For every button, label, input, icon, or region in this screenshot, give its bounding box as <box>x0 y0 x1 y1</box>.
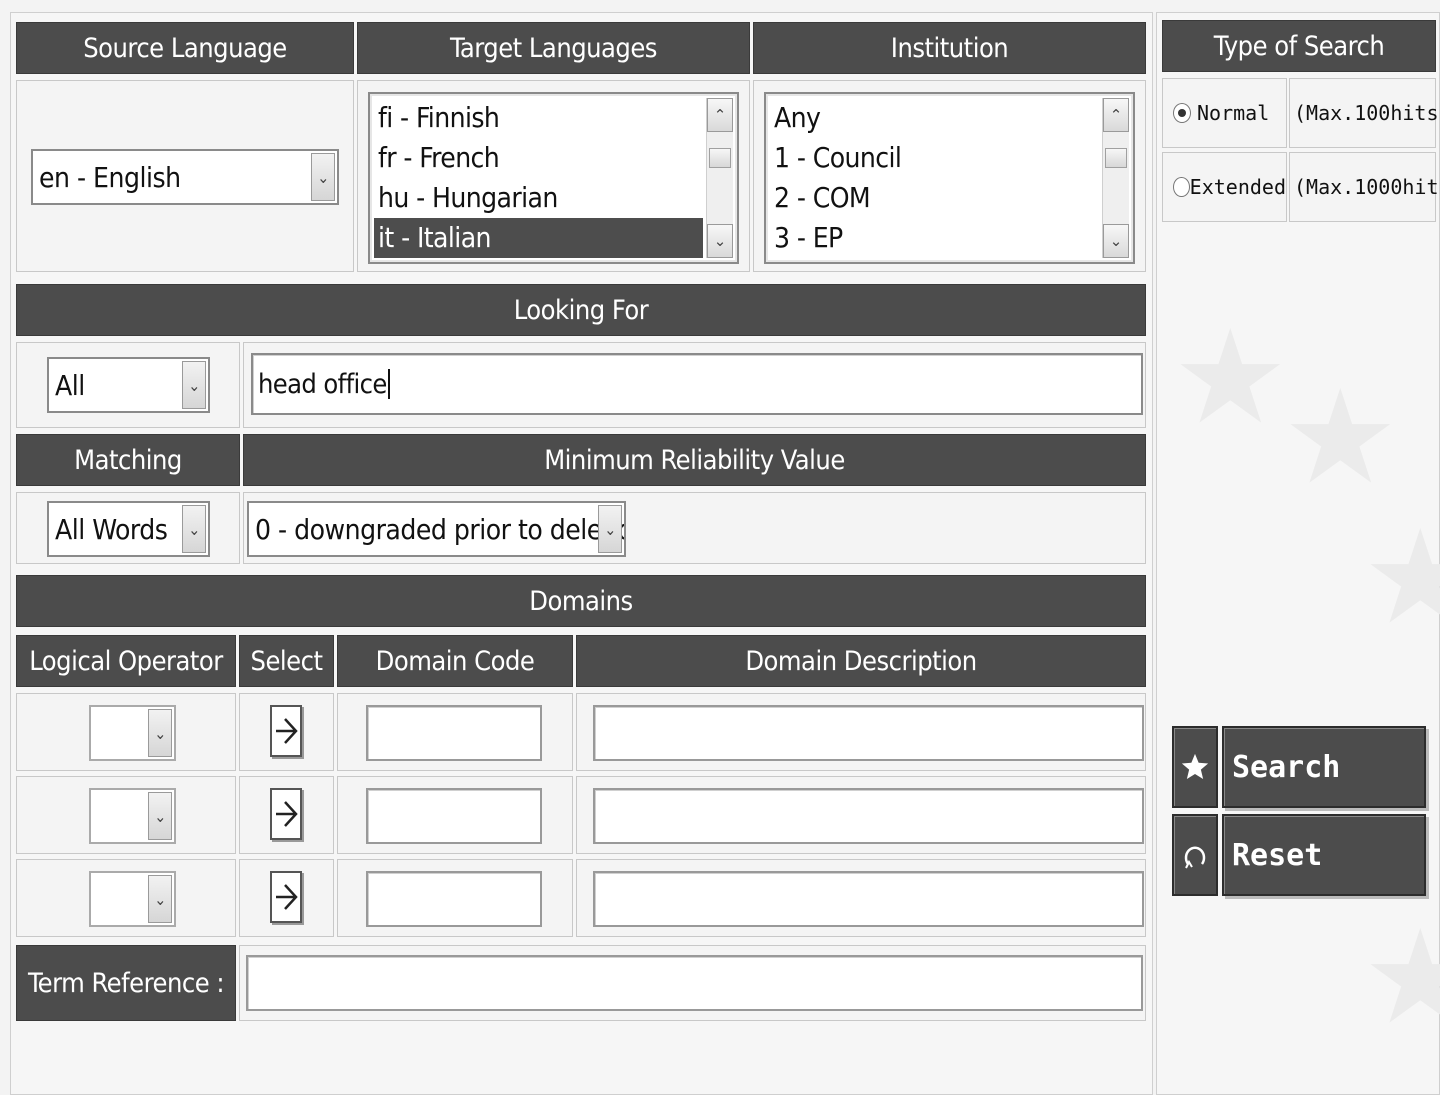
target-language-option[interactable]: hu - Hungarian <box>374 178 703 218</box>
normal-limit-cell: (Max.100hits) <box>1289 78 1440 148</box>
domain-description-input[interactable] <box>593 705 1144 761</box>
type-of-search-header: Type of Search <box>1162 20 1436 72</box>
logical-operator-header: Logical Operator <box>16 635 236 687</box>
extended-limit-note: (Max.1000hits) <box>1294 175 1440 199</box>
scroll-up-icon[interactable]: ⌃ <box>1103 98 1129 132</box>
scroll-down-icon[interactable]: ⌄ <box>1103 224 1129 258</box>
arrow-right-icon <box>276 884 298 910</box>
institution-option[interactable]: 2 - COM <box>770 178 1099 218</box>
logical-operator-select[interactable]: ⌄ <box>89 705 176 761</box>
domain-description-input[interactable] <box>593 871 1144 927</box>
chevron-down-icon[interactable]: ⌄ <box>148 709 172 757</box>
arrow-right-icon <box>276 718 298 744</box>
source-language-header: Source Language <box>16 22 354 74</box>
search-button[interactable]: Search <box>1222 726 1426 808</box>
target-language-option[interactable]: fr - French <box>374 138 703 178</box>
background-star-icon: ★ <box>1282 364 1399 510</box>
background-star-icon: ★ <box>1362 904 1440 1050</box>
target-languages-listbox[interactable]: fi - Finnish fr - French hu - Hungarian … <box>368 92 739 264</box>
target-languages-header: Target Languages <box>357 22 750 74</box>
extended-option[interactable]: Extended <box>1162 152 1287 222</box>
scrollbar[interactable]: ⌃ ⌄ <box>1102 98 1129 258</box>
source-language-select[interactable]: en - English ⌄ <box>31 149 339 205</box>
scroll-thumb[interactable] <box>1105 148 1127 168</box>
logical-operator-select[interactable]: ⌄ <box>89 788 176 844</box>
domain-select-button[interactable] <box>270 788 302 840</box>
min-reliability-header: Minimum Reliability Value <box>243 434 1146 486</box>
target-language-option-selected[interactable]: it - Italian <box>374 218 703 258</box>
min-reliability-select[interactable]: 0 - downgraded prior to deletion ⌄ <box>247 501 626 557</box>
normal-label: Normal <box>1197 101 1270 125</box>
matching-value: All Words <box>55 512 168 546</box>
term-reference-label: Term Reference : <box>16 945 236 1021</box>
domain-select-button[interactable] <box>270 705 302 757</box>
institution-listbox[interactable]: Any 1 - Council 2 - COM 3 - EP ⌃ ⌄ <box>764 92 1135 264</box>
chevron-down-icon[interactable]: ⌄ <box>182 505 206 553</box>
star-icon <box>1181 753 1209 779</box>
logical-operator-select[interactable]: ⌄ <box>89 871 176 927</box>
refresh-icon <box>1184 846 1206 869</box>
chevron-down-icon[interactable]: ⌄ <box>148 792 172 840</box>
looking-for-scope-select[interactable]: All ⌄ <box>47 357 210 413</box>
arrow-right-icon <box>276 801 298 827</box>
search-term-value: head office <box>258 368 387 400</box>
extended-radio[interactable] <box>1173 177 1190 197</box>
domain-code-input[interactable] <box>366 871 542 927</box>
institution-option[interactable]: 3 - EP <box>770 218 1099 258</box>
min-reliability-value: 0 - downgraded prior to deletion <box>255 512 626 546</box>
matching-header: Matching <box>16 434 240 486</box>
domain-select-button[interactable] <box>270 871 302 923</box>
chevron-down-icon[interactable]: ⌄ <box>182 361 206 409</box>
domain-code-input[interactable] <box>366 788 542 844</box>
domain-code-header: Domain Code <box>337 635 573 687</box>
search-button-label: Search <box>1232 749 1341 785</box>
reset-icon-button[interactable] <box>1172 814 1218 896</box>
looking-for-scope-value: All <box>55 368 85 402</box>
search-term-input[interactable]: head office <box>251 353 1143 415</box>
text-caret <box>387 369 390 399</box>
background-star-icon: ★ <box>1362 504 1440 650</box>
domain-description-header: Domain Description <box>576 635 1146 687</box>
reset-button[interactable]: Reset <box>1222 814 1426 896</box>
scroll-down-icon[interactable]: ⌄ <box>707 224 733 258</box>
chevron-down-icon[interactable]: ⌄ <box>598 505 622 553</box>
domain-description-input[interactable] <box>593 788 1144 844</box>
chevron-down-icon[interactable]: ⌄ <box>311 153 335 201</box>
search-icon-button[interactable] <box>1172 726 1218 808</box>
domain-code-input[interactable] <box>366 705 542 761</box>
reset-button-label: Reset <box>1232 837 1323 873</box>
target-language-option[interactable]: fi - Finnish <box>374 98 703 138</box>
scroll-up-icon[interactable]: ⌃ <box>707 98 733 132</box>
institution-option[interactable]: Any <box>770 98 1099 138</box>
institution-option[interactable]: 1 - Council <box>770 138 1099 178</box>
institution-header: Institution <box>753 22 1146 74</box>
normal-limit-note: (Max.100hits) <box>1294 101 1440 125</box>
chevron-down-icon[interactable]: ⌄ <box>148 875 172 923</box>
looking-for-header: Looking For <box>16 284 1146 336</box>
normal-option[interactable]: Normal <box>1162 78 1287 148</box>
scroll-thumb[interactable] <box>709 148 731 168</box>
select-header: Select <box>239 635 334 687</box>
extended-label: Extended <box>1189 175 1286 199</box>
background-star-icon: ★ <box>1172 304 1289 450</box>
scrollbar[interactable]: ⌃ ⌄ <box>706 98 733 258</box>
extended-limit-cell: (Max.1000hits) <box>1289 152 1440 222</box>
source-language-value: en - English <box>39 160 181 194</box>
normal-radio[interactable] <box>1173 103 1191 123</box>
term-reference-input[interactable] <box>246 955 1143 1011</box>
domains-header: Domains <box>16 575 1146 627</box>
matching-select[interactable]: All Words ⌄ <box>47 501 210 557</box>
